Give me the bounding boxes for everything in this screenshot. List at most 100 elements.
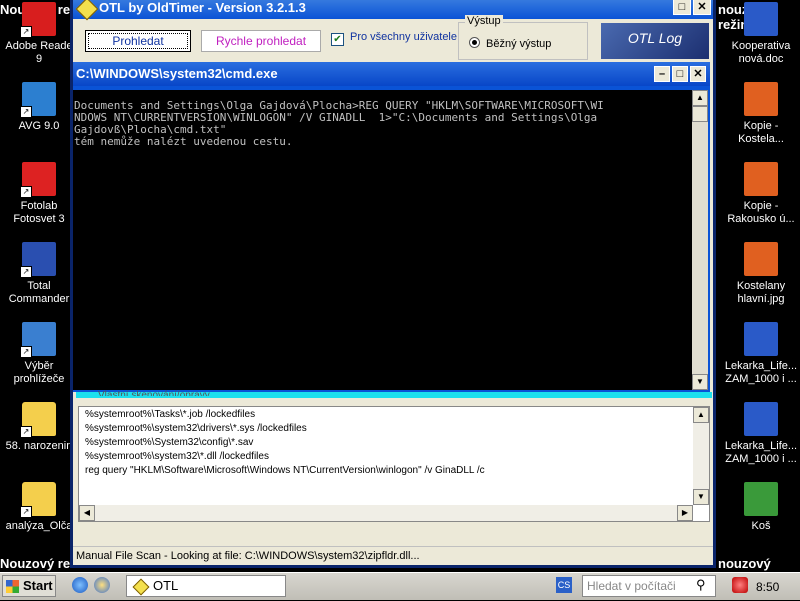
custom-scan-line: %systemroot%\System32\config\*.sav — [85, 437, 254, 448]
otl-close-button[interactable]: ✕ — [693, 0, 711, 15]
cmd-vertical-scrollbar[interactable]: ▲ ▼ — [692, 90, 708, 390]
right-desktop-icon-6[interactable]: Koš — [722, 482, 800, 533]
shortcut-arrow-icon: ↗ — [20, 506, 32, 518]
folder-icon: ↗ — [20, 482, 56, 518]
search-placeholder: Hledat v počítači — [587, 579, 676, 593]
image-file-icon — [744, 162, 778, 196]
media-player-icon[interactable] — [94, 577, 110, 593]
custom-scan-textarea[interactable]: %systemroot%\Tasks\*.job /lockedfiles %s… — [78, 406, 710, 522]
radio-selected-icon — [469, 37, 480, 48]
right-desktop-icon-1[interactable]: Kopie - Kostela... — [722, 82, 800, 146]
scroll-down-arrow-icon[interactable]: ▼ — [693, 489, 709, 505]
console-line: tém nemůže nalézt uvedenou cestu. — [74, 135, 293, 148]
checklist-icon: ↗ — [20, 322, 56, 358]
otl-title-bar[interactable]: OTL by OldTimer - Version 3.2.1.3 □ ✕ — [73, 0, 713, 21]
security-tray-icon[interactable] — [732, 577, 748, 593]
left-desktop-icon-1[interactable]: ↗ AVG 9.0 — [0, 82, 78, 133]
clock: 8:50 — [756, 580, 780, 594]
desktop-icon-label: Fotolab Fotosvet 3 — [13, 200, 65, 225]
left-desktop-icon-4[interactable]: ↗ Výběr prohlížeče — [0, 322, 78, 386]
desktop-icon-label: Výběr prohlížeče — [13, 360, 65, 385]
shortcut-arrow-icon: ↗ — [20, 186, 32, 198]
left-desktop-icon-0[interactable]: ↗ Adobe Reade 9 — [0, 2, 78, 66]
desktop-icon-label: Total Commander — [8, 280, 70, 305]
output-group: Výstup Běžný výstup — [458, 15, 588, 60]
quick-scan-button[interactable]: Rychle prohledat — [201, 30, 321, 52]
output-group-label: Výstup — [465, 15, 503, 27]
left-desktop-icon-3[interactable]: ↗ Total Commander — [0, 242, 78, 306]
left-desktop-icon-6[interactable]: ↗ analýza_Olča — [0, 482, 78, 533]
floppy-icon: ↗ — [20, 242, 56, 278]
cmd-minimize-button[interactable]: – — [654, 66, 670, 82]
logo-text: OTL Log Analysis — [627, 30, 683, 46]
otl-app-icon — [75, 0, 99, 21]
cmd-window: C:\WINDOWS\system32\cmd.exe – □ ✕ Docume… — [73, 62, 710, 392]
image-file-icon — [744, 242, 778, 276]
desktop-icon-label: Kopie - Kostela... — [738, 120, 784, 145]
desktop-icon-label: analýza_Olča — [5, 520, 73, 532]
custom-scan-line: reg query "HKLM\Software\Microsoft\Windo… — [85, 465, 485, 476]
otl-log-analysis-logo[interactable]: OTL Log Analysis — [601, 23, 709, 59]
cmd-maximize-button[interactable]: □ — [672, 66, 688, 82]
pdf-icon: ↗ — [20, 2, 56, 38]
desktop-icon-label: AVG 9.0 — [18, 120, 60, 132]
taskbar-otl-button[interactable]: OTL — [126, 575, 286, 597]
scan-button[interactable]: Prohledat — [85, 30, 191, 52]
safe-mode-label-bottom-left: Nouzový re — [0, 556, 71, 571]
scroll-left-arrow-icon[interactable]: ◀ — [79, 505, 95, 521]
status-bar: Manual File Scan - Looking at file: C:\W… — [73, 546, 713, 564]
left-desktop-icon-5[interactable]: ↗ 58. narozenin — [0, 402, 78, 453]
desktop-icon-label: Kopie - Rakousko ú... — [727, 200, 795, 225]
word-doc-icon — [744, 402, 778, 436]
right-desktop-icon-2[interactable]: Kopie - Rakousko ú... — [722, 162, 800, 226]
shortcut-arrow-icon: ↗ — [20, 106, 32, 118]
custom-scan-horizontal-scrollbar[interactable]: ◀ ▶ — [79, 505, 693, 521]
otl-maximize-button[interactable]: □ — [673, 0, 691, 15]
right-desktop-icon-3[interactable]: Kostelany hlavní.jpg — [722, 242, 800, 306]
windows-flag-icon — [6, 580, 19, 593]
right-desktop-icon-4[interactable]: Lekarka_Life... ZAM_1000 i ... — [722, 322, 800, 386]
right-desktop-icon-0[interactable]: Kooperativa nová.doc — [722, 2, 800, 66]
output-standard-radio[interactable]: Běžný výstup — [469, 37, 551, 50]
desktop-icon-label: Koš — [751, 520, 771, 532]
cmd-title-text: C:\WINDOWS\system32\cmd.exe — [76, 66, 278, 81]
cmd-title-bar[interactable]: C:\WINDOWS\system32\cmd.exe – □ ✕ — [73, 62, 710, 86]
word-doc-icon — [744, 322, 778, 356]
custom-scan-vertical-scrollbar[interactable]: ▲ ▼ — [693, 407, 709, 505]
scroll-right-arrow-icon[interactable]: ▶ — [677, 505, 693, 521]
desktop-icon-label: 58. narozenin — [5, 440, 73, 452]
all-users-checkbox[interactable]: ✔ Pro všechny uživatele — [331, 31, 457, 46]
custom-scan-line: %systemroot%\Tasks\*.job /lockedfiles — [85, 409, 256, 420]
output-standard-label: Běžný výstup — [486, 38, 552, 50]
start-label: Start — [23, 578, 53, 593]
internet-explorer-icon[interactable] — [72, 577, 88, 593]
shortcut-arrow-icon: ↗ — [20, 26, 32, 38]
all-users-label: Pro všechny uživatele — [350, 31, 457, 43]
desktop-icon-label: Lekarka_Life... ZAM_1000 i ... — [724, 440, 798, 465]
taskbar: Start OTL CS Hledat v počítači ⚲ 8:50 — [0, 572, 800, 600]
fotolab-icon: ↗ — [20, 162, 56, 198]
otl-app-icon — [132, 578, 150, 596]
scroll-up-arrow-icon[interactable]: ▲ — [692, 90, 708, 106]
start-button[interactable]: Start — [2, 575, 56, 597]
custom-scan-label: Vlastní skenování/opravy — [98, 390, 210, 396]
desktop-icon-label: Adobe Reade 9 — [5, 40, 73, 65]
scroll-up-arrow-icon[interactable]: ▲ — [693, 407, 709, 423]
quick-scan-button-label: Rychle prohledat — [215, 34, 307, 48]
right-desktop-icon-5[interactable]: Lekarka_Life... ZAM_1000 i ... — [722, 402, 800, 466]
scroll-thumb[interactable] — [692, 106, 708, 122]
scroll-down-arrow-icon[interactable]: ▼ — [692, 374, 708, 390]
shortcut-arrow-icon: ↗ — [20, 426, 32, 438]
taskbar-otl-label: OTL — [153, 578, 179, 593]
desktop-icon-label: Lekarka_Life... ZAM_1000 i ... — [724, 360, 798, 385]
image-file-icon — [744, 82, 778, 116]
language-indicator-icon[interactable]: CS — [556, 577, 572, 593]
search-icon[interactable]: ⚲ — [696, 577, 712, 593]
left-desktop-icon-2[interactable]: ↗ Fotolab Fotosvet 3 — [0, 162, 78, 226]
avg-icon: ↗ — [20, 82, 56, 118]
checkmark-icon: ✔ — [331, 33, 344, 46]
cmd-close-button[interactable]: ✕ — [690, 66, 706, 82]
cmd-console-output[interactable]: Documents and Settings\Olga Gajdová\Ploc… — [73, 90, 692, 390]
desktop-icon-label: Kostelany hlavní.jpg — [736, 280, 786, 305]
desktop-icon-label: Kooperativa nová.doc — [731, 40, 791, 65]
